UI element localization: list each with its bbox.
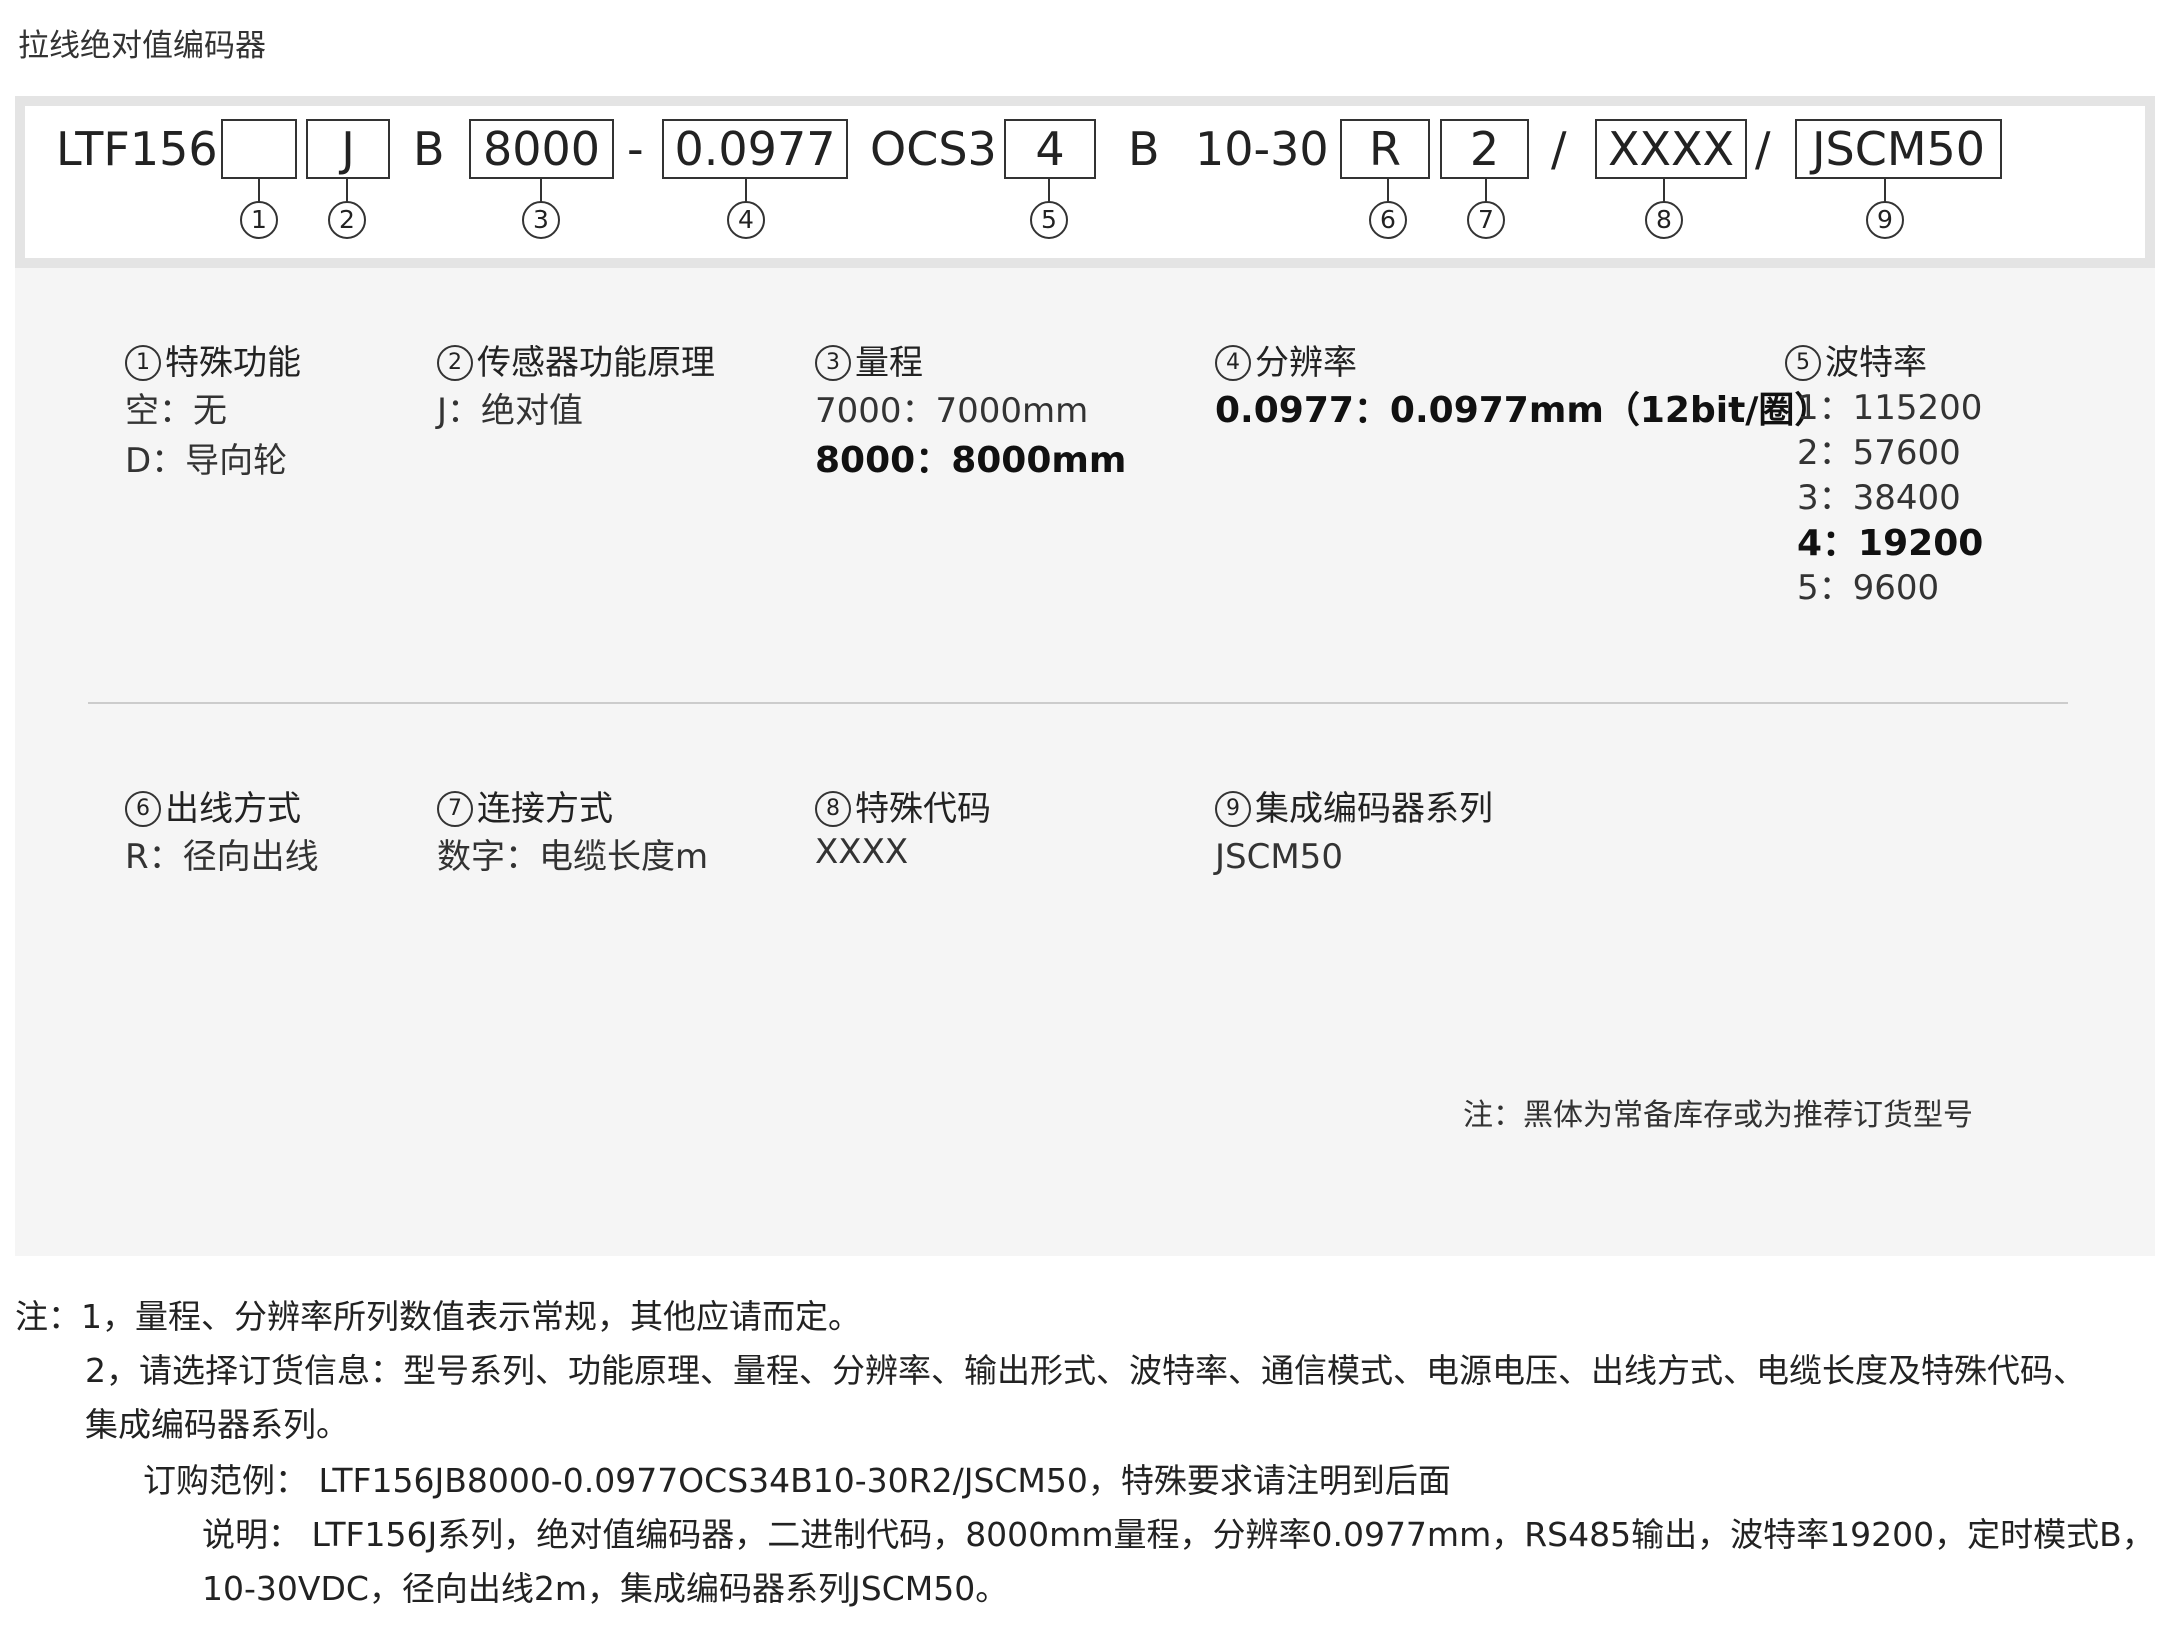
code-separator-b2: B bbox=[1128, 122, 1160, 176]
code-box-outlet: R bbox=[1340, 119, 1430, 179]
field-header: 9 集成编码器系列 bbox=[1215, 786, 1493, 832]
page-title: 拉线绝对值编码器 bbox=[18, 28, 266, 64]
order-example: 订购范例： LTF156JB8000-0.0977OCS34B10-30R2/J… bbox=[143, 1461, 1451, 1500]
field-option-recommended: 8000：8000mm bbox=[815, 440, 1127, 481]
marker-1: 1 bbox=[240, 201, 278, 239]
field-option: 数字：电缆长度m bbox=[437, 837, 709, 877]
marker-7: 7 bbox=[1467, 201, 1505, 239]
field-title: 特殊功能 bbox=[165, 343, 301, 383]
field-number: 2 bbox=[437, 345, 473, 381]
code-box-principle: J bbox=[306, 119, 390, 179]
leader-line-8 bbox=[1663, 179, 1665, 202]
leader-line-5 bbox=[1048, 179, 1050, 202]
field-number: 9 bbox=[1215, 791, 1251, 827]
field-outlet-mode: 6 出线方式 R：径向出线 bbox=[125, 786, 319, 882]
field-number: 3 bbox=[815, 345, 851, 381]
field-header: 3 量程 bbox=[815, 340, 1126, 386]
field-header: 8 特殊代码 bbox=[815, 786, 991, 832]
field-option-recommended: 4：19200 bbox=[1797, 523, 1984, 564]
marker-4: 4 bbox=[727, 201, 765, 239]
field-number: 7 bbox=[437, 791, 473, 827]
field-header: 7 连接方式 bbox=[437, 786, 708, 832]
order-explanation-2: 10-30VDC，径向出线2m，集成编码器系列JSCM50。 bbox=[202, 1569, 1009, 1608]
leader-line-1 bbox=[258, 179, 260, 202]
code-separator-b1: B bbox=[413, 122, 445, 176]
code-box-encoder-series: JSCM50 bbox=[1795, 119, 2002, 179]
field-title: 特殊代码 bbox=[855, 789, 991, 829]
code-box-resolution: 0.0977 bbox=[662, 119, 848, 179]
note-line-2: 2，请选择订货信息：型号系列、功能原理、量程、分辨率、输出形式、波特率、通信模式… bbox=[85, 1351, 2086, 1390]
field-number: 4 bbox=[1215, 345, 1251, 381]
field-option: D：导向轮 bbox=[125, 441, 288, 481]
field-title: 量程 bbox=[855, 343, 923, 383]
field-title: 集成编码器系列 bbox=[1255, 789, 1493, 829]
marker-5: 5 bbox=[1030, 201, 1068, 239]
code-output-ocs: OCS3 bbox=[870, 122, 997, 176]
field-header: 5 波特率 bbox=[1785, 340, 1983, 386]
field-title: 波特率 bbox=[1825, 343, 1927, 383]
marker-8: 8 bbox=[1645, 201, 1683, 239]
code-box-baud: 4 bbox=[1004, 119, 1096, 179]
code-box-connection: 2 bbox=[1440, 119, 1529, 179]
code-box-special-function bbox=[221, 119, 297, 179]
baud-options: 1：115200 2：57600 3：38400 4：19200 5：9600 bbox=[1785, 386, 1983, 611]
section-divider bbox=[88, 702, 2068, 704]
field-option: XXXX bbox=[815, 832, 909, 872]
field-connection-mode: 7 连接方式 数字：电缆长度m bbox=[437, 786, 708, 882]
field-option: J：绝对值 bbox=[437, 391, 584, 431]
note-line-3: 集成编码器系列。 bbox=[85, 1405, 349, 1444]
code-voltage: 10-30 bbox=[1195, 122, 1329, 176]
field-option: 3：38400 bbox=[1797, 478, 1961, 518]
note-line-1: 注：1，量程、分辨率所列数值表示常规，其他应请而定。 bbox=[15, 1297, 861, 1336]
field-title: 连接方式 bbox=[477, 789, 613, 829]
field-title: 分辨率 bbox=[1255, 343, 1357, 383]
leader-line-9 bbox=[1884, 179, 1886, 202]
code-dash: - bbox=[627, 122, 644, 176]
leader-line-7 bbox=[1485, 179, 1487, 202]
code-slash-1: / bbox=[1551, 122, 1567, 176]
leader-line-3 bbox=[540, 179, 542, 202]
code-box-special-code: XXXX bbox=[1595, 119, 1747, 179]
marker-9: 9 bbox=[1866, 201, 1904, 239]
field-option: 5：9600 bbox=[1797, 568, 1940, 608]
field-number: 5 bbox=[1785, 345, 1821, 381]
marker-6: 6 bbox=[1369, 201, 1407, 239]
code-prefix: LTF156 bbox=[56, 122, 218, 176]
field-option: 1：115200 bbox=[1797, 388, 1983, 428]
field-resolution: 4 分辨率 0.0977：0.0977mm（12bit/圈） bbox=[1215, 340, 1830, 436]
field-option: 空：无 bbox=[125, 391, 227, 431]
field-header: 2 传感器功能原理 bbox=[437, 340, 715, 386]
leader-line-4 bbox=[745, 179, 747, 202]
field-option-recommended: 0.0977：0.0977mm（12bit/圈） bbox=[1215, 390, 1831, 431]
field-header: 1 特殊功能 bbox=[125, 340, 301, 386]
field-title: 出线方式 bbox=[165, 789, 301, 829]
marker-2: 2 bbox=[328, 201, 366, 239]
field-number: 1 bbox=[125, 345, 161, 381]
marker-3: 3 bbox=[522, 201, 560, 239]
bold-recommendation-note: 注：黑体为常备库存或为推荐订货型号 bbox=[1463, 1098, 1973, 1133]
code-box-range: 8000 bbox=[469, 119, 614, 179]
field-range: 3 量程 7000：7000mm 8000：8000mm bbox=[815, 340, 1126, 486]
leader-line-6 bbox=[1387, 179, 1389, 202]
field-special-function: 1 特殊功能 空：无 D：导向轮 bbox=[125, 340, 301, 486]
field-option: JSCM50 bbox=[1215, 837, 1343, 877]
field-baud-rate: 5 波特率 1：115200 2：57600 3：38400 4：19200 5… bbox=[1785, 340, 1983, 611]
spec-panel bbox=[15, 96, 2155, 1256]
field-number: 6 bbox=[125, 791, 161, 827]
code-slash-2: / bbox=[1755, 122, 1771, 176]
field-option: 2：57600 bbox=[1797, 433, 1961, 473]
field-header: 6 出线方式 bbox=[125, 786, 319, 832]
field-option: R：径向出线 bbox=[125, 837, 319, 877]
field-title: 传感器功能原理 bbox=[477, 343, 715, 383]
field-header: 4 分辨率 bbox=[1215, 340, 1830, 386]
field-sensor-principle: 2 传感器功能原理 J：绝对值 bbox=[437, 340, 715, 436]
field-number: 8 bbox=[815, 791, 851, 827]
leader-line-2 bbox=[346, 179, 348, 202]
field-encoder-series: 9 集成编码器系列 JSCM50 bbox=[1215, 786, 1493, 882]
order-explanation-1: 说明： LTF156J系列，绝对值编码器，二进制代码，8000mm量程，分辨率0… bbox=[202, 1515, 2155, 1554]
field-option: 7000：7000mm bbox=[815, 391, 1089, 431]
field-special-code: 8 特殊代码 XXXX bbox=[815, 786, 991, 872]
